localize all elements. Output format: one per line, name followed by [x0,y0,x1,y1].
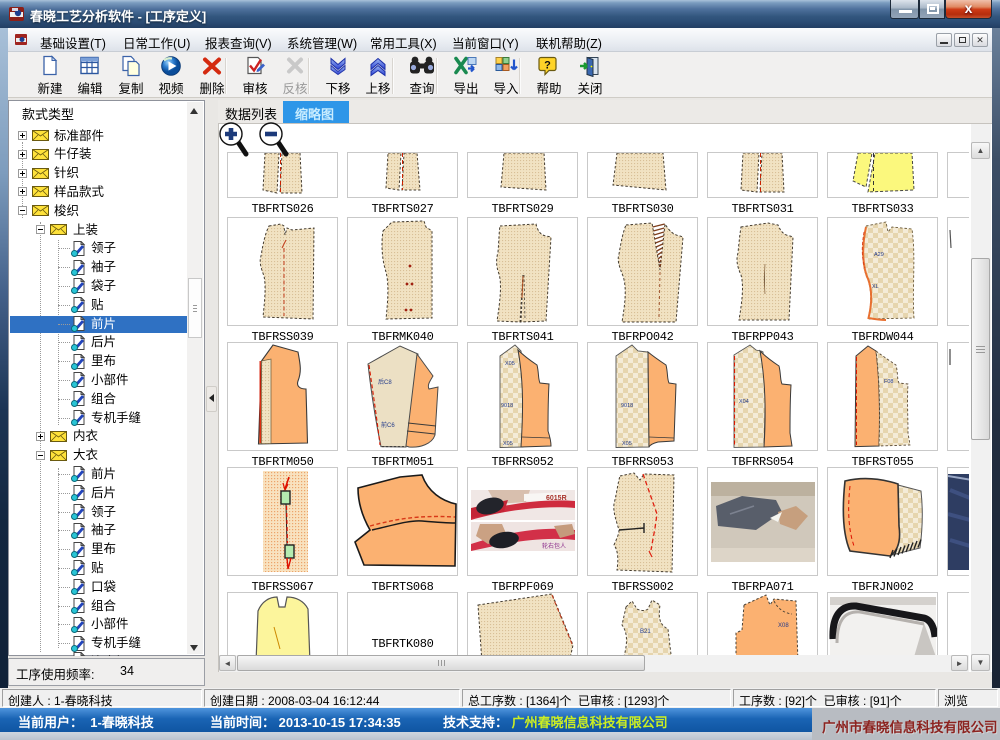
svg-text:XL: XL [872,284,879,290]
svg-text:轮右包人: 轮右包人 [542,542,566,550]
svg-text:X08: X08 [778,623,789,629]
svg-text:?: ? [544,60,551,72]
svg-text:X05: X05 [503,441,513,447]
svg-text:X05: X05 [622,441,632,447]
svg-text:X05: X05 [505,361,515,367]
svg-text:B21: B21 [640,629,651,635]
svg-text:6015R: 6015R [546,495,567,502]
svg-text:前C6: 前C6 [381,421,395,429]
svg-text:9018: 9018 [621,403,633,409]
svg-text:X04: X04 [739,399,749,405]
svg-text:F08: F08 [884,379,893,385]
svg-text:9018: 9018 [501,403,513,409]
svg-text:后C8: 后C8 [378,378,392,386]
svg-text:A29: A29 [874,252,884,258]
